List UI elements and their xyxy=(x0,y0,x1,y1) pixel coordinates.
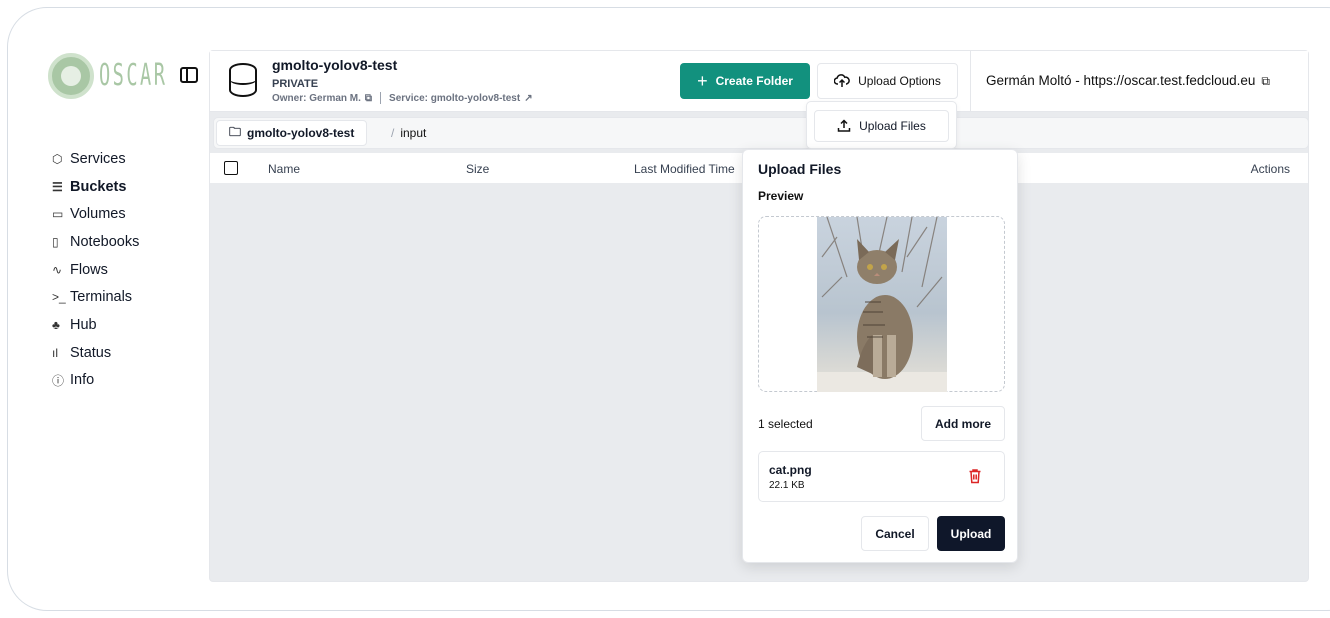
cat-image-preview xyxy=(817,217,947,392)
upload-button[interactable]: Upload xyxy=(937,516,1005,551)
folder-icon: 🗀 xyxy=(229,124,242,139)
database-icon: ☰ xyxy=(52,179,63,194)
bar-chart-icon: ıl xyxy=(52,345,58,360)
copy-icon[interactable]: ⧉ xyxy=(365,93,372,104)
terminal-icon: >_ xyxy=(52,290,66,305)
notebook-icon: ▯ xyxy=(52,234,59,249)
database-icon xyxy=(228,63,257,97)
upload-icon xyxy=(837,119,851,132)
sidebar-item-hub[interactable]: ♣ Hub xyxy=(52,311,139,339)
bucket-header: gmolto-yolov8-test PRIVATE Owner: German… xyxy=(210,51,1308,112)
hub-icon: ♣ xyxy=(52,317,60,332)
selected-count: 1 selected xyxy=(758,417,813,431)
breadcrumb: 🗀 gmolto-yolov8-test / input xyxy=(213,117,1309,149)
bucket-title: gmolto-yolov8-test xyxy=(272,57,398,73)
sidebar-item-buckets[interactable]: ☰ Buckets xyxy=(52,173,139,201)
workflow-icon: ∿ xyxy=(52,262,63,277)
trash-icon[interactable] xyxy=(968,468,982,484)
upload-options-button[interactable]: Upload Options xyxy=(817,63,958,99)
column-modified[interactable]: Last Modified Time xyxy=(634,162,735,176)
brand-name: OSCAR xyxy=(99,58,168,93)
bucket-service: Service: gmolto-yolov8-test xyxy=(389,92,521,104)
sidebar-item-services[interactable]: ⬡ Services xyxy=(52,145,139,173)
bucket-visibility: PRIVATE xyxy=(272,78,319,90)
create-folder-button[interactable]: + Create Folder xyxy=(680,63,810,99)
user-endpoint-label: Germán Moltó - https://oscar.test.fedclo… xyxy=(986,73,1270,88)
file-list-item: cat.png 22.1 KB xyxy=(758,451,1005,502)
preview-area xyxy=(758,216,1005,392)
column-size[interactable]: Size xyxy=(466,162,489,176)
cancel-button[interactable]: Cancel xyxy=(861,516,929,551)
add-more-button[interactable]: Add more xyxy=(921,406,1005,441)
hard-drive-icon: ▭ xyxy=(52,207,64,222)
oscar-logo-icon xyxy=(48,53,94,99)
plus-icon: + xyxy=(697,70,708,91)
upload-options-menu: Upload Files xyxy=(806,101,957,149)
upload-files-menu-item[interactable]: Upload Files xyxy=(814,110,949,142)
external-link-icon[interactable]: ↗ xyxy=(524,93,532,104)
package-icon: ⬡ xyxy=(52,151,63,166)
info-icon: ⓘ xyxy=(52,373,65,388)
sidebar-item-flows[interactable]: ∿ Flows xyxy=(52,256,139,284)
select-all-checkbox[interactable] xyxy=(224,161,238,175)
breadcrumb-current[interactable]: / input xyxy=(391,126,426,140)
dialog-title: Upload Files xyxy=(758,161,842,177)
column-name[interactable]: Name xyxy=(268,162,300,176)
sidebar-item-terminals[interactable]: >_ Terminals xyxy=(52,283,139,311)
file-size: 22.1 KB xyxy=(769,480,805,491)
upload-files-dialog: Upload Files Preview 1 selected Add more… xyxy=(742,149,1018,563)
sidebar-item-info[interactable]: ⓘ Info xyxy=(52,367,139,395)
column-actions: Actions xyxy=(1250,162,1290,176)
file-name: cat.png xyxy=(769,463,812,477)
bucket-owner: Owner: German M. xyxy=(272,92,361,104)
sidebar-item-volumes[interactable]: ▭ Volumes xyxy=(52,200,139,228)
bucket-meta: Owner: German M. ⧉ Service: gmolto-yolov… xyxy=(272,92,533,104)
sidebar-nav: ⬡ Services ☰ Buckets ▭ Volumes ▯ Notebooks ∿… xyxy=(52,145,139,394)
breadcrumb-root[interactable]: 🗀 gmolto-yolov8-test xyxy=(216,120,368,146)
sidebar-item-notebooks[interactable]: ▯ Notebooks xyxy=(52,228,139,256)
cloud-upload-icon xyxy=(834,74,850,87)
preview-label: Preview xyxy=(758,189,804,203)
sidebar-toggle-button[interactable] xyxy=(180,67,198,83)
sidebar-item-status[interactable]: ıl Status xyxy=(52,339,139,367)
copy-icon[interactable]: ⧉ xyxy=(1261,74,1270,88)
